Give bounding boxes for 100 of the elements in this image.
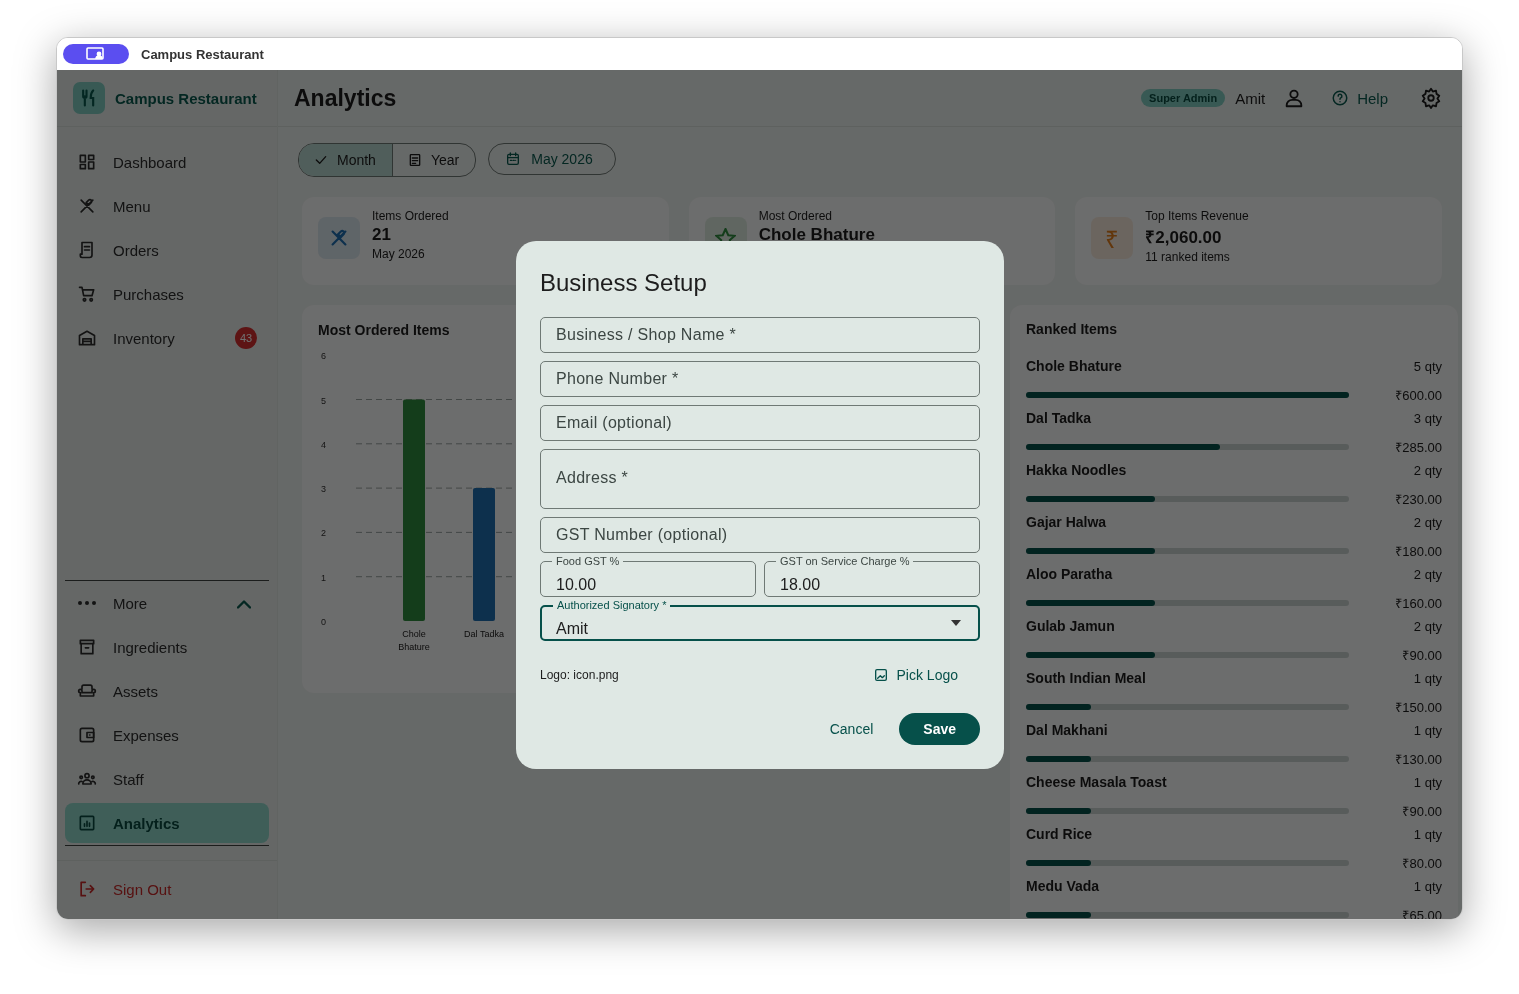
wallet-icon: [77, 725, 97, 745]
count-badge: 43: [235, 327, 257, 349]
cart-icon: [77, 284, 97, 304]
item-amount: ₹180.00: [1394, 543, 1442, 560]
utensils-icon: [77, 196, 97, 216]
item-quantity: 1 qty: [1412, 774, 1442, 790]
sidebar-item[interactable]: Assets: [65, 669, 269, 713]
axis-label: Chole Bhature: [398, 629, 430, 652]
dropdown-caret-icon: [950, 619, 962, 627]
item-name: Chole Bhature: [1026, 358, 1123, 374]
input-field[interactable]: Email (optional): [540, 405, 980, 441]
item-quantity: 1 qty: [1412, 878, 1442, 894]
more-toggle[interactable]: More: [65, 581, 269, 625]
item-name: Dal Tadka: [1026, 410, 1093, 426]
item-name: Cheese Masala Toast: [1026, 774, 1168, 790]
sidebar-item[interactable]: Ingredients: [65, 625, 269, 669]
sidebar-item[interactable]: Menu: [65, 184, 269, 228]
input-field[interactable]: Address *: [540, 449, 980, 509]
panel-title: Most Ordered Items: [318, 322, 450, 338]
role-badge: Super Admin: [1141, 89, 1226, 107]
settings-icon: [1420, 87, 1442, 109]
image-icon: [872, 667, 889, 683]
stat-caption: 11 ranked items: [1145, 250, 1231, 264]
dialog-title: Business Setup: [540, 269, 708, 297]
user-name: Amit: [1235, 89, 1266, 107]
sidebar-item[interactable]: Expenses: [65, 713, 269, 757]
stat-value: Chole Bhature: [758, 225, 875, 245]
item-amount: ₹600.00: [1394, 387, 1442, 404]
more-icon: [78, 601, 96, 605]
sidebar-item[interactable]: Analytics: [65, 803, 269, 843]
axis-label: 1: [321, 572, 326, 583]
stat-value: 21: [372, 225, 392, 245]
help-link[interactable]: Help: [1331, 89, 1388, 107]
calendar-icon: [505, 151, 522, 167]
input-field[interactable]: Phone Number *: [540, 361, 980, 397]
sign-out-item[interactable]: Sign Out: [65, 867, 269, 911]
help-icon: [1331, 89, 1350, 107]
item-name: South Indian Meal: [1026, 670, 1147, 686]
axis-label: Dal Tadka: [464, 629, 504, 639]
input-field[interactable]: GST Number (optional): [540, 517, 980, 553]
item-quantity: 2 qty: [1412, 618, 1442, 634]
item-quantity: 2 qty: [1412, 514, 1442, 530]
warehouse-icon: [77, 328, 97, 348]
item-name: Dal Makhani: [1026, 722, 1109, 738]
dashboard-icon: [77, 152, 97, 172]
chart-icon: [77, 813, 97, 833]
sidebar-item[interactable]: Orders: [65, 228, 269, 272]
item-name: Gajar Halwa: [1026, 514, 1108, 530]
sidebar-item[interactable]: Purchases: [65, 272, 269, 316]
pick-logo-button[interactable]: Pick Logo: [866, 666, 964, 684]
item-name: Medu Vada: [1026, 878, 1101, 894]
panel-title: Ranked Items: [1026, 321, 1118, 337]
stat-value: ₹2,060.00: [1145, 227, 1223, 248]
rupee-icon: ₹: [1105, 221, 1120, 255]
window-title: Campus Restaurant: [141, 46, 264, 62]
stat-label: Most Ordered: [758, 209, 833, 223]
sidebar-item[interactable]: Dashboard: [65, 140, 269, 184]
axis-label: 0: [321, 617, 326, 627]
axis-label: 3: [321, 484, 326, 495]
save-button[interactable]: Save: [899, 713, 980, 745]
utensils-icon: [73, 82, 105, 114]
item-quantity: 3 qty: [1412, 410, 1442, 426]
item-quantity: 5 qty: [1412, 358, 1442, 374]
utensils-icon: [328, 227, 350, 249]
axis-label: 5: [321, 395, 326, 406]
axis-label: 4: [321, 439, 326, 450]
stat-label: Items Ordered: [372, 209, 449, 223]
stat-caption: May 2026: [372, 247, 426, 261]
item-amount: ₹230.00: [1394, 491, 1442, 508]
axis-label: 6: [321, 351, 326, 362]
input-field[interactable]: Business / Shop Name *: [540, 317, 980, 353]
item-quantity: 1 qty: [1412, 670, 1442, 686]
page-title: Analytics: [294, 84, 398, 112]
sidebar-item[interactable]: Inventory 43: [65, 316, 269, 360]
item-amount: ₹130.00: [1394, 751, 1442, 768]
item-amount: ₹160.00: [1394, 595, 1442, 612]
sidebar-item[interactable]: Staff: [65, 757, 269, 801]
chevron-up-icon: [237, 599, 251, 609]
item-amount: ₹285.00: [1394, 439, 1442, 456]
archive-icon: [77, 637, 97, 657]
item-quantity: 1 qty: [1412, 722, 1442, 738]
period-tab[interactable]: Month: [299, 144, 392, 176]
item-name: Curd Rice: [1026, 826, 1094, 842]
brand-name: Campus Restaurant: [115, 89, 257, 107]
cancel-button[interactable]: Cancel: [823, 720, 880, 738]
item-amount: ₹150.00: [1394, 699, 1442, 716]
logout-icon: [77, 879, 97, 899]
item-name: Hakka Noodles: [1026, 462, 1128, 478]
logo-filename: Logo: icon.png: [540, 668, 619, 682]
item-quantity: 1 qty: [1412, 826, 1442, 842]
item-amount: ₹80.00: [1401, 855, 1442, 872]
item-amount: ₹90.00: [1401, 803, 1442, 820]
item-name: Gulab Jamun: [1026, 618, 1116, 634]
item-name: Aloo Paratha: [1026, 566, 1114, 582]
period-tab[interactable]: Year: [391, 144, 476, 176]
app-icon[interactable]: [63, 44, 129, 64]
axis-label: 2: [321, 528, 326, 539]
item-quantity: 2 qty: [1412, 566, 1442, 582]
item-quantity: 2 qty: [1412, 462, 1442, 478]
stat-label: Top Items Revenue: [1145, 209, 1249, 223]
